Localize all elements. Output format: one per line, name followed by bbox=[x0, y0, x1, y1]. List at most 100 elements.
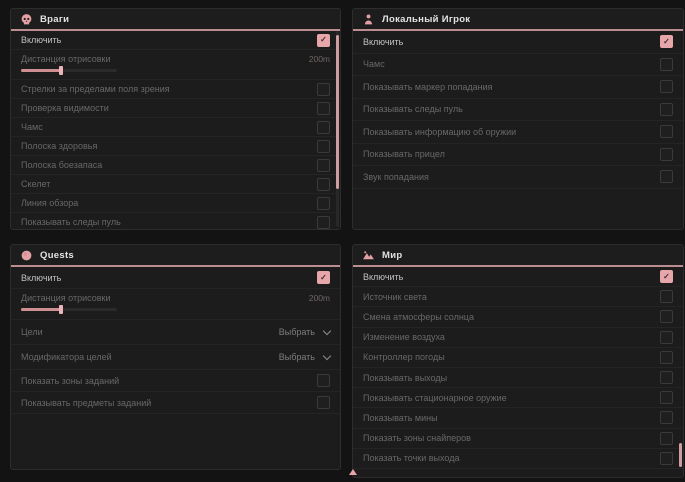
settings-row: Проверка видимости bbox=[11, 99, 340, 118]
settings-row: Показать зоны снайперов bbox=[353, 429, 683, 449]
scrollbar-thumb[interactable] bbox=[679, 443, 682, 467]
row-label: Показывать стационарное оружие bbox=[363, 393, 507, 403]
panel-title: Враги bbox=[40, 14, 69, 25]
row-label: Показывать прицел bbox=[363, 149, 445, 159]
slider-thumb[interactable] bbox=[59, 305, 63, 314]
checkbox-unchecked[interactable] bbox=[660, 452, 673, 465]
checkbox-unchecked[interactable] bbox=[317, 374, 330, 387]
settings-row: Смена атмосферы солнца bbox=[353, 307, 683, 327]
settings-row: Показывать информацию об оружии bbox=[353, 121, 683, 144]
settings-row: Изменение воздуха bbox=[353, 328, 683, 348]
dropdown[interactable]: Выбрать bbox=[279, 352, 330, 362]
checkbox-unchecked[interactable] bbox=[660, 310, 673, 323]
resize-handle-icon[interactable] bbox=[349, 469, 357, 475]
settings-list: Включить ✓ Дистанция отрисовки 200m Стрелки … bbox=[11, 31, 340, 230]
panel-title: Мир bbox=[382, 250, 402, 261]
dropdown-value: Выбрать bbox=[279, 327, 315, 337]
checkbox-unchecked[interactable] bbox=[317, 197, 330, 210]
circle-icon bbox=[20, 249, 33, 262]
checkbox-unchecked[interactable] bbox=[660, 371, 673, 384]
slider-thumb[interactable] bbox=[59, 66, 63, 75]
checkbox-unchecked[interactable] bbox=[660, 351, 673, 364]
scrollbar[interactable] bbox=[336, 31, 339, 227]
row-label: Модификатора целей bbox=[21, 352, 112, 362]
dropdown[interactable]: Выбрать bbox=[279, 327, 330, 337]
row-label: Полоска боезапаса bbox=[21, 160, 102, 170]
settings-row: Дистанция отрисовки 200m bbox=[11, 50, 340, 80]
settings-list: Включить✓ЧамсПоказывать маркер попадания… bbox=[353, 31, 683, 189]
row-label: Скелет bbox=[21, 179, 50, 189]
settings-row: Звук попадания bbox=[353, 166, 683, 189]
scrollbar[interactable] bbox=[679, 267, 682, 475]
slider-track[interactable] bbox=[21, 308, 117, 311]
checkbox-unchecked[interactable] bbox=[317, 121, 330, 134]
settings-row: Показывать выходы bbox=[353, 368, 683, 388]
checkbox-checked[interactable]: ✓ bbox=[317, 34, 330, 47]
row-label: Показывать выходы bbox=[363, 373, 447, 383]
row-label: Дистанция отрисовки bbox=[21, 54, 111, 64]
checkbox-unchecked[interactable] bbox=[660, 391, 673, 404]
settings-row: Включить✓ bbox=[353, 31, 683, 54]
settings-row: Контроллер погоды bbox=[353, 348, 683, 368]
slider-fill bbox=[21, 308, 61, 311]
settings-row: Стрелки за пределами поля зрения bbox=[11, 80, 340, 99]
row-label: Звук попадания bbox=[363, 172, 429, 182]
panel-header: Мир bbox=[353, 245, 683, 267]
row-label: Показывать следы пуль bbox=[21, 217, 121, 227]
checkbox-unchecked[interactable] bbox=[317, 178, 330, 191]
panel-header: Враги bbox=[11, 9, 340, 31]
dropdown-value: Выбрать bbox=[279, 352, 315, 362]
row-label: Стрелки за пределами поля зрения bbox=[21, 84, 170, 94]
checkbox-unchecked[interactable] bbox=[660, 290, 673, 303]
settings-row: Показывать стационарное оружие bbox=[353, 388, 683, 408]
panel-local-player: Локальный Игрок Включить✓ЧамсПоказывать … bbox=[352, 8, 684, 230]
settings-row: Цели Выбрать bbox=[11, 320, 340, 345]
row-label: Цели bbox=[21, 327, 43, 337]
settings-row: Полоска боезапаса bbox=[11, 156, 340, 175]
checkbox-unchecked[interactable] bbox=[660, 432, 673, 445]
slider-track[interactable] bbox=[21, 69, 117, 72]
row-label: Показать точки выхода bbox=[363, 453, 459, 463]
row-label: Чамс bbox=[21, 122, 43, 132]
row-label: Источник света bbox=[363, 292, 427, 302]
panel-title: Quests bbox=[40, 250, 74, 261]
checkbox-unchecked[interactable] bbox=[317, 102, 330, 115]
checkbox-unchecked[interactable] bbox=[317, 159, 330, 172]
row-label: Дистанция отрисовки bbox=[21, 293, 111, 303]
settings-row: Показывать следы пуль bbox=[11, 213, 340, 230]
settings-row: Показывать маркер попадания bbox=[353, 76, 683, 99]
settings-list: Включить✓Дистанция отрисовки200mЦелиВыбр… bbox=[11, 267, 340, 414]
scrollbar-thumb[interactable] bbox=[336, 35, 339, 189]
checkbox-checked[interactable]: ✓ bbox=[660, 35, 673, 48]
checkbox-unchecked[interactable] bbox=[317, 396, 330, 409]
row-label: Включить bbox=[363, 272, 403, 282]
checkbox-unchecked[interactable] bbox=[317, 216, 330, 229]
checkbox-unchecked[interactable] bbox=[660, 125, 673, 138]
checkbox-unchecked[interactable] bbox=[317, 83, 330, 96]
settings-row: Показывать следы пуль bbox=[353, 99, 683, 122]
checkbox-unchecked[interactable] bbox=[660, 331, 673, 344]
settings-row: Показывать предметы заданий bbox=[11, 392, 340, 414]
panel-title: Локальный Игрок bbox=[382, 14, 470, 25]
row-label: Показывать предметы заданий bbox=[21, 398, 151, 408]
checkbox-unchecked[interactable] bbox=[660, 80, 673, 93]
panel-header: Quests bbox=[11, 245, 340, 267]
checkbox-checked[interactable]: ✓ bbox=[660, 270, 673, 283]
settings-row: Показать точки выхода bbox=[353, 449, 683, 469]
checkbox-unchecked[interactable] bbox=[660, 170, 673, 183]
row-label: Включить bbox=[21, 35, 61, 45]
checkbox-unchecked[interactable] bbox=[660, 411, 673, 424]
settings-row: Включить ✓ bbox=[11, 31, 340, 50]
settings-row: Полоска здоровья bbox=[11, 137, 340, 156]
checkbox-checked[interactable]: ✓ bbox=[317, 271, 330, 284]
person-icon bbox=[362, 13, 375, 26]
checkbox-unchecked[interactable] bbox=[660, 58, 673, 71]
settings-row: Чамс bbox=[353, 54, 683, 77]
checkbox-unchecked[interactable] bbox=[317, 140, 330, 153]
chevron-down-icon bbox=[323, 351, 331, 359]
slider-value: 200m bbox=[309, 54, 330, 64]
checkbox-unchecked[interactable] bbox=[660, 103, 673, 116]
checkbox-unchecked[interactable] bbox=[660, 148, 673, 161]
panel-quests: Quests Включить✓Дистанция отрисовки200mЦ… bbox=[10, 244, 341, 470]
settings-row: Линия обзора bbox=[11, 194, 340, 213]
